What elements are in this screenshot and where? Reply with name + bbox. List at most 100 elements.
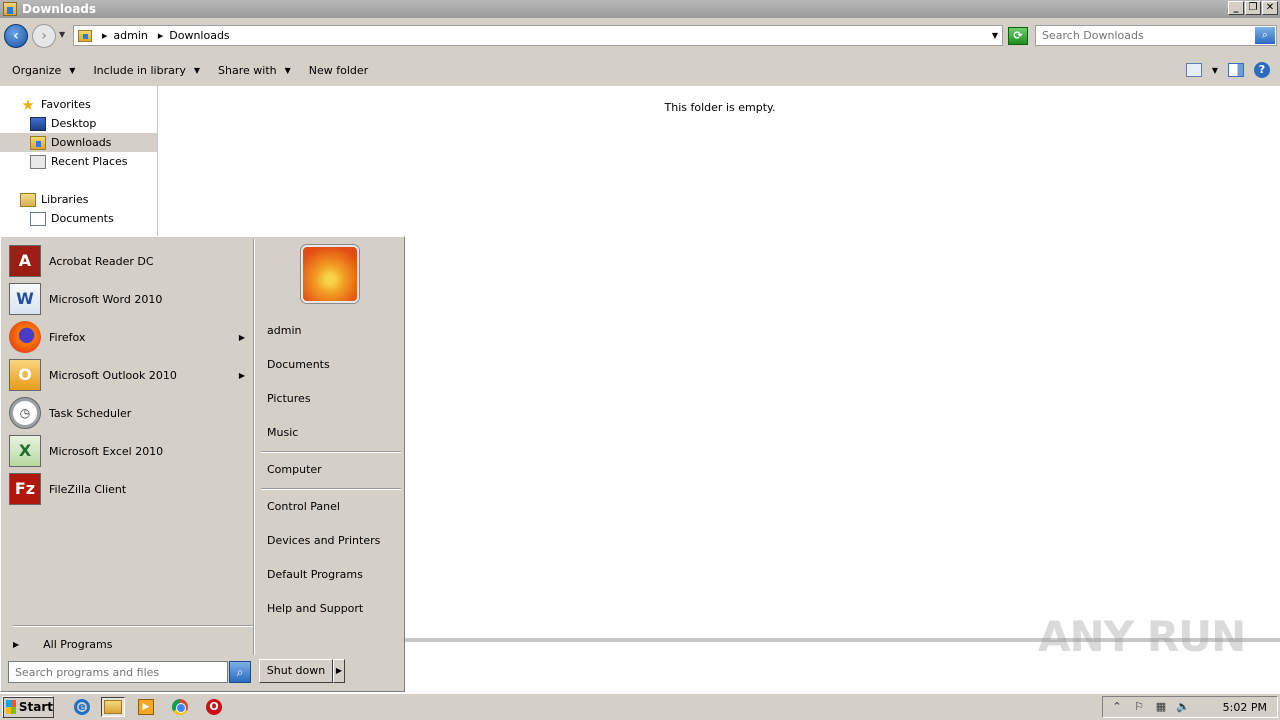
share-with-button[interactable]: Share with ▼ <box>212 64 297 77</box>
link-user-folder[interactable]: admin <box>267 320 402 340</box>
link-pictures[interactable]: Pictures <box>267 388 402 408</box>
system-tray: ⌃ ⚐ ▦ 🔈 5:02 PM <box>1102 696 1278 718</box>
back-button[interactable]: ‹ <box>4 24 28 48</box>
nav-documents-label: Documents <box>51 212 114 225</box>
start-menu-programs: A Acrobat Reader DC W Microsoft Word 201… <box>3 239 253 655</box>
taskbar-media-player[interactable]: ▶ <box>134 697 158 717</box>
search-icon[interactable]: ⌕ <box>1255 27 1275 44</box>
star-icon: ★ <box>21 95 35 114</box>
new-folder-button[interactable]: New folder <box>303 64 374 77</box>
include-in-library-button[interactable]: Include in library ▼ <box>87 64 206 77</box>
taskbar-chrome[interactable] <box>168 697 192 717</box>
nav-downloads[interactable]: Downloads <box>0 133 157 152</box>
program-firefox[interactable]: Firefox ▶ <box>9 319 249 355</box>
program-label: Acrobat Reader DC <box>49 254 154 268</box>
link-computer[interactable]: Computer <box>267 459 402 479</box>
nav-documents[interactable]: Documents <box>0 209 157 228</box>
program-filezilla[interactable]: Fz FileZilla Client <box>9 471 249 507</box>
opera-icon: O <box>206 699 222 715</box>
taskbar-opera[interactable]: O <box>202 697 226 717</box>
start-button[interactable]: Start <box>2 696 54 718</box>
program-label: Firefox <box>49 330 86 344</box>
help-icon[interactable]: ? <box>1254 62 1270 78</box>
downloads-folder-icon <box>30 135 46 150</box>
action-center-flag-icon[interactable]: ⚐ <box>1131 700 1147 714</box>
maximize-button[interactable]: ❐ <box>1245 1 1261 15</box>
program-excel-2010[interactable]: X Microsoft Excel 2010 <box>9 433 249 469</box>
close-button[interactable]: ✕ <box>1262 1 1278 15</box>
outlook-icon: O <box>9 359 41 391</box>
view-options-dropdown[interactable]: ▼ <box>1212 66 1218 75</box>
taskbar-clock[interactable]: 5:02 PM <box>1223 701 1267 714</box>
folder-icon <box>3 2 17 16</box>
program-label: FileZilla Client <box>49 482 127 496</box>
forward-button[interactable]: › <box>32 24 56 48</box>
nav-recent-places-label: Recent Places <box>51 155 128 168</box>
program-task-scheduler[interactable]: ◷ Task Scheduler <box>9 395 249 431</box>
breadcrumb-admin[interactable]: admin <box>113 29 147 42</box>
share-with-label: Share with <box>218 63 277 77</box>
program-label: Microsoft Outlook 2010 <box>49 368 177 382</box>
taskbar-windows-explorer[interactable] <box>101 697 125 717</box>
breadcrumb-downloads[interactable]: Downloads <box>169 29 229 42</box>
show-hidden-icons-arrow-icon[interactable]: ⌃ <box>1109 700 1125 714</box>
address-history-dropdown[interactable]: ▼ <box>992 31 998 40</box>
command-bar: Organize ▼ Include in library ▼ Share with… <box>0 54 1280 86</box>
network-icon[interactable]: ▦ <box>1153 700 1169 714</box>
address-box[interactable]: ▶ admin ▶ Downloads ▼ <box>73 25 1003 46</box>
windows-explorer-icon <box>104 700 122 714</box>
include-in-library-label: Include in library <box>93 63 186 77</box>
nav-desktop[interactable]: Desktop <box>0 114 157 133</box>
link-control-panel[interactable]: Control Panel <box>267 496 402 516</box>
breadcrumb-separator-icon[interactable]: ▶ <box>158 32 163 40</box>
task-scheduler-icon: ◷ <box>9 397 41 429</box>
chrome-icon <box>172 699 188 715</box>
desktop-icon <box>30 116 46 131</box>
shutdown-options-arrow-icon[interactable]: ▶ <box>333 659 345 683</box>
window-controls: _ ❐ ✕ <box>1228 1 1278 15</box>
breadcrumb-separator-icon[interactable]: ▶ <box>102 32 107 40</box>
refresh-button[interactable]: ⟳ <box>1008 27 1028 45</box>
program-word-2010[interactable]: W Microsoft Word 2010 <box>9 281 249 317</box>
search-icon[interactable]: ⌕ <box>229 661 251 683</box>
link-default-programs[interactable]: Default Programs <box>267 564 402 584</box>
start-label: Start <box>18 700 53 714</box>
window-titlebar[interactable]: Downloads _ ❐ ✕ <box>0 0 1280 18</box>
minimize-button[interactable]: _ <box>1228 1 1244 15</box>
chevron-down-icon: ▼ <box>193 65 201 75</box>
excel-icon: X <box>9 435 41 467</box>
organize-label: Organize <box>12 63 62 77</box>
windows-logo-icon <box>6 700 16 714</box>
nav-recent-places[interactable]: Recent Places <box>0 152 157 171</box>
submenu-arrow-icon[interactable]: ▶ <box>239 333 245 342</box>
start-menu-column-divider <box>253 239 255 655</box>
search-input[interactable] <box>1036 26 1246 45</box>
volume-icon[interactable]: 🔈 <box>1175 700 1191 714</box>
user-avatar[interactable] <box>301 245 359 303</box>
link-devices-printers[interactable]: Devices and Printers <box>267 530 402 550</box>
media-player-icon: ▶ <box>138 699 154 715</box>
programs-divider <box>13 625 253 627</box>
start-search-input[interactable] <box>9 662 225 682</box>
submenu-arrow-icon[interactable]: ▶ <box>239 371 245 380</box>
taskbar: Start e ▶ O ⌃ ⚐ ▦ 🔈 5:02 PM <box>0 693 1280 720</box>
preview-pane-icon[interactable] <box>1228 63 1244 77</box>
links-divider <box>261 451 401 453</box>
link-help-support[interactable]: Help and Support <box>267 598 402 618</box>
shutdown-button[interactable]: Shut down <box>259 659 333 683</box>
chevron-down-icon: ▼ <box>284 65 291 75</box>
organize-button[interactable]: Organize ▼ <box>6 64 81 77</box>
window-title: Downloads <box>22 2 97 16</box>
program-acrobat-reader[interactable]: A Acrobat Reader DC <box>9 243 249 279</box>
all-programs-button[interactable]: ▶ All Programs <box>13 635 253 653</box>
program-outlook-2010[interactable]: O Microsoft Outlook 2010 ▶ <box>9 357 249 393</box>
taskbar-internet-explorer[interactable]: e <box>70 697 94 717</box>
change-view-icon[interactable] <box>1185 63 1202 77</box>
nav-favorites[interactable]: ★ Favorites <box>0 95 157 114</box>
search-box: ⌕ <box>1035 25 1277 46</box>
nav-favorites-label: Favorites <box>41 98 91 111</box>
link-documents[interactable]: Documents <box>267 354 402 374</box>
recent-pages-dropdown[interactable]: ▼ <box>59 30 65 39</box>
nav-libraries[interactable]: Libraries <box>0 190 157 209</box>
link-music[interactable]: Music <box>267 422 402 442</box>
